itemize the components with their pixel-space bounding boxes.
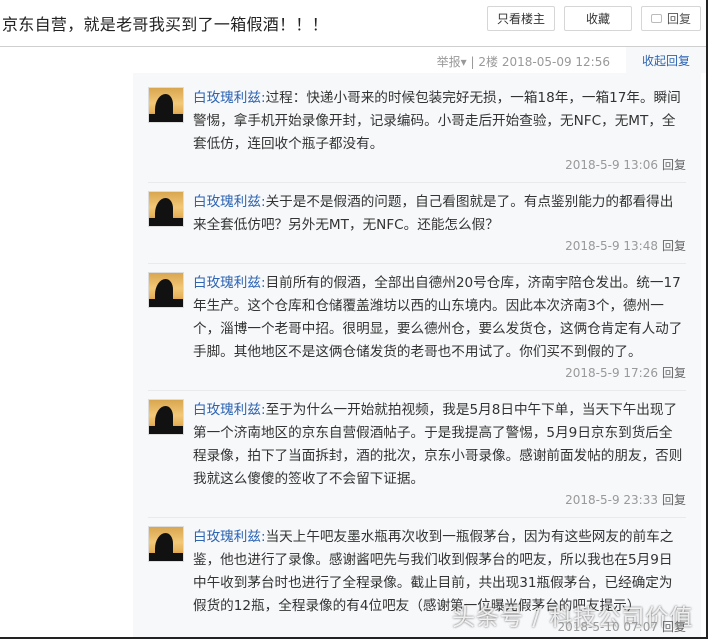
list-item: 白玫瑰利兹:至于为什么一开始就拍视频，我是5月8日中午下单，当天下午出现了第一个… [148, 391, 686, 518]
favorite-button[interactable]: 收藏 [564, 6, 632, 31]
thread-header: 京东自营，就是老哥我买到了一箱假酒！！！ 只看楼主 收藏 回复 [0, 0, 706, 47]
reply-button[interactable]: 回复 [641, 6, 701, 31]
avatar[interactable] [148, 272, 184, 308]
avatar[interactable] [148, 191, 184, 227]
username-link[interactable]: 白玫瑰利兹: [193, 90, 266, 106]
post-datetime: 2018-05-09 12:56 [501, 55, 610, 69]
comment-time: 2018-5-10 07:07 [557, 620, 658, 634]
reply-link[interactable]: 回复 [662, 620, 686, 634]
post-meta: 举报▾ | 2楼 2018-05-09 12:56 收起回复 [0, 47, 706, 73]
list-item: 白玫瑰利兹:目前所有的假酒，全部出自德州20号仓库，济南宇陪仓发出。统一17年生… [148, 264, 686, 391]
only-op-button[interactable]: 只看楼主 [487, 6, 555, 31]
username-link[interactable]: 白玫瑰利兹: [193, 194, 266, 210]
comment-text: 目前所有的假酒，全部出自德州20号仓库，济南宇陪仓发出。统一17年生产。这个仓库… [193, 275, 683, 360]
list-item: 白玫瑰利兹:关于是不是假酒的问题，自己看图就是了。有点鉴别能力的都看得出来全套低… [148, 183, 686, 264]
reply-list: 白玫瑰利兹:过程：快递小哥来的时候包装完好无损，一箱18年，一箱17年。瞬间警惕… [133, 73, 701, 637]
reply-link[interactable]: 回复 [662, 158, 686, 172]
reply-link[interactable]: 回复 [662, 239, 686, 253]
avatar[interactable] [148, 87, 184, 123]
comment-icon [650, 14, 662, 23]
thread-view: 京东自营，就是老哥我买到了一箱假酒！！！ 只看楼主 收藏 回复 举报▾ | 2楼… [0, 0, 708, 639]
separator: | [470, 55, 475, 69]
avatar[interactable] [148, 526, 184, 562]
list-item: 白玫瑰利兹:过程：快递小哥来的时候包装完好无损，一箱18年，一箱17年。瞬间警惕… [148, 73, 686, 183]
username-link[interactable]: 白玫瑰利兹: [193, 529, 266, 545]
username-link[interactable]: 白玫瑰利兹: [193, 275, 266, 291]
list-item: 白玫瑰利兹:当天上午吧友墨水瓶再次收到一瓶假茅台，因为有这些网友的前车之鉴，他也… [148, 518, 686, 636]
avatar[interactable] [148, 399, 184, 435]
comment-text: 关于是不是假酒的问题，自己看图就是了。有点鉴别能力的都看得出来全套低仿吧？另外无… [193, 194, 674, 233]
reply-link[interactable]: 回复 [662, 493, 686, 507]
username-link[interactable]: 白玫瑰利兹: [193, 402, 266, 418]
collapse-replies-button[interactable]: 收起回复 [626, 47, 706, 73]
comment-time: 2018-5-9 13:06 [565, 158, 658, 172]
comment-time: 2018-5-9 17:26 [565, 366, 658, 380]
comment-text: 至于为什么一开始就拍视频，我是5月8日中午下单，当天下午出现了第一个济南地区的京… [193, 402, 683, 487]
report-link[interactable]: 举报▾ [437, 55, 467, 69]
floor-number: 2楼 [478, 55, 499, 69]
reply-link[interactable]: 回复 [662, 366, 686, 380]
comment-time: 2018-5-9 13:48 [565, 239, 658, 253]
comment-text: 过程：快递小哥来的时候包装完好无损，一箱18年，一箱17年。瞬间警惕，拿手机开始… [193, 90, 681, 152]
reply-label: 回复 [666, 12, 691, 26]
comment-time: 2018-5-9 23:33 [565, 493, 658, 507]
thread-title: 京东自营，就是老哥我买到了一箱假酒！！！ [2, 15, 329, 34]
